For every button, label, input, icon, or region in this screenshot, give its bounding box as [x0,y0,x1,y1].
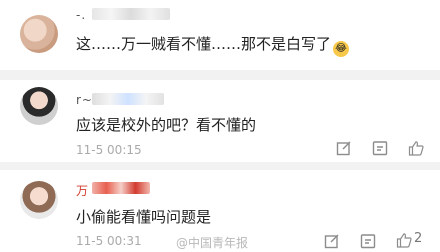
share-icon[interactable] [372,140,388,156]
edit-icon[interactable] [324,233,340,249]
username-blur [92,182,150,194]
edit-icon[interactable] [336,140,352,156]
separator [0,162,440,170]
thumbs-up-icon[interactable] [408,140,424,156]
share-icon[interactable] [360,233,376,249]
username[interactable]: r~ [76,93,93,107]
username-blur [92,8,170,20]
timestamp: 11-5 00:31 [76,234,142,248]
thumbs-up-icon[interactable] [396,232,412,248]
comment-text: 小偷能看懂吗问题是 [76,208,212,226]
username[interactable]: -. [76,8,86,22]
separator [0,70,440,80]
timestamp: 11-5 00:15 [76,143,142,157]
comment-text: 这……万一贼看不懂……那不是白写了 😂 [76,33,350,57]
username-blur [92,93,164,105]
comment-item: 万 小偷能看懂吗问题是 11-5 00:31 @中国青年报 2 [0,170,440,252]
comment-text: 应该是校外的吧？看不懂的 [76,116,257,134]
like-count: 2 [414,231,423,246]
avatar[interactable] [20,15,58,53]
avatar[interactable] [20,87,58,125]
laughing-emoji-icon: 😂 [333,41,350,57]
username[interactable]: 万 [76,182,89,199]
watermark: @中国青年报 [176,236,249,250]
comment-item: -. 这……万一贼看不懂……那不是白写了 😂 [0,0,440,70]
avatar[interactable] [20,181,58,219]
comment-item: r~ 应该是校外的吧？看不懂的 11-5 00:15 [0,80,440,162]
